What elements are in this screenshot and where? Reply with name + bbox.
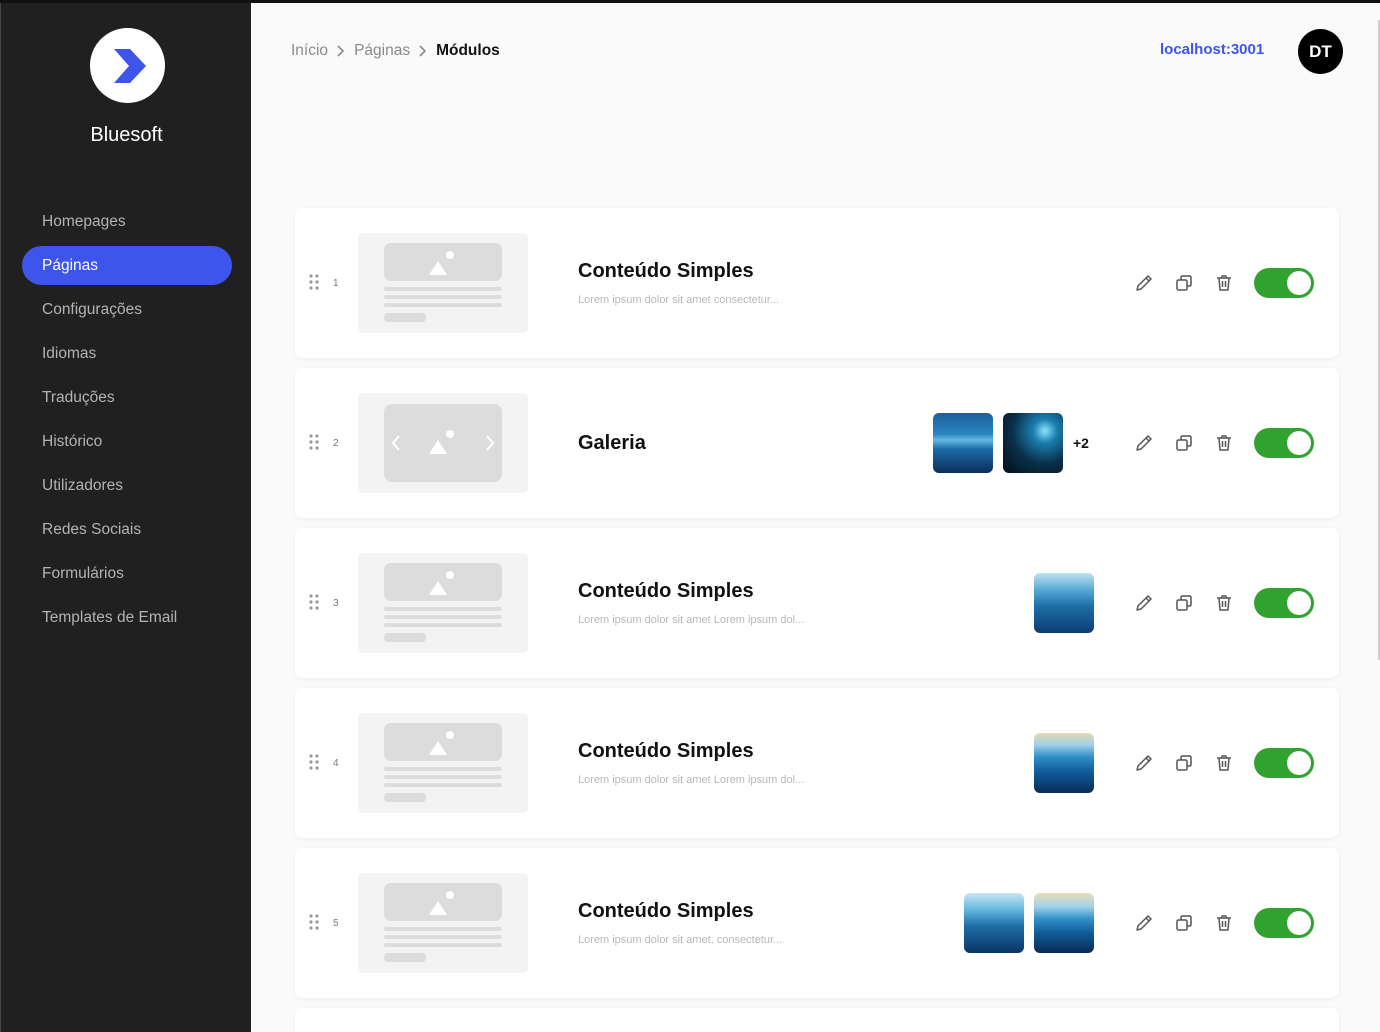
duplicate-icon[interactable] bbox=[1171, 270, 1197, 296]
module-list: 1 Conteúdo Simples Lorem ipsum dolor sit… bbox=[295, 208, 1339, 1008]
module-title: Conteúdo Simples bbox=[578, 260, 754, 282]
chevron-right-logo-icon bbox=[113, 48, 146, 83]
module-title: Conteúdo Simples bbox=[578, 580, 754, 602]
edit-pencil-icon[interactable] bbox=[1131, 910, 1157, 936]
module-visibility-toggle[interactable] bbox=[1254, 908, 1314, 938]
trash-icon[interactable] bbox=[1211, 270, 1237, 296]
module-title: Galeria bbox=[578, 432, 646, 454]
module-title: Conteúdo Simples bbox=[578, 900, 754, 922]
toggle-knob bbox=[1287, 591, 1311, 615]
sidebar-item-templates-email[interactable]: Templates de Email bbox=[22, 598, 232, 637]
duplicate-icon[interactable] bbox=[1171, 910, 1197, 936]
trash-icon[interactable] bbox=[1211, 590, 1237, 616]
sidebar-item-paginas[interactable]: Páginas bbox=[22, 246, 232, 285]
chevron-right-icon bbox=[418, 45, 427, 57]
brand-name: Bluesoft bbox=[90, 124, 163, 146]
module-thumbnail bbox=[358, 713, 528, 813]
module-description: Lorem ipsum dolor sit amet Lorem ipsum d… bbox=[578, 614, 805, 626]
trash-icon[interactable] bbox=[1211, 430, 1237, 456]
module-thumbnail bbox=[358, 553, 528, 653]
sidebar-nav: Homepages Páginas Configurações Idiomas … bbox=[22, 202, 232, 642]
toggle-knob bbox=[1287, 271, 1311, 295]
module-index: 4 bbox=[333, 758, 339, 769]
content-image-ocean-sunrise[interactable] bbox=[1034, 893, 1094, 953]
module-index: 3 bbox=[333, 598, 339, 609]
drag-handle-icon[interactable] bbox=[309, 274, 319, 295]
module-card: 5 Conteúdo Simples Lorem ipsum dolor sit… bbox=[295, 848, 1339, 998]
module-visibility-toggle[interactable] bbox=[1254, 588, 1314, 618]
breadcrumb-modulos: Módulos bbox=[436, 42, 500, 59]
module-card: 4 Conteúdo Simples Lorem ipsum dolor sit… bbox=[295, 688, 1339, 838]
breadcrumb-inicio[interactable]: Início bbox=[291, 42, 328, 60]
edit-pencil-icon[interactable] bbox=[1131, 590, 1157, 616]
avatar[interactable]: DT bbox=[1298, 29, 1343, 74]
toggle-knob bbox=[1287, 751, 1311, 775]
module-index: 5 bbox=[333, 918, 339, 929]
duplicate-icon[interactable] bbox=[1171, 430, 1197, 456]
sidebar-item-traducoes[interactable]: Traduções bbox=[22, 378, 232, 417]
drag-handle-icon[interactable] bbox=[309, 594, 319, 615]
edit-pencil-icon[interactable] bbox=[1131, 430, 1157, 456]
module-thumbnail bbox=[358, 393, 528, 493]
trash-icon[interactable] bbox=[1211, 750, 1237, 776]
window-top-border bbox=[0, 0, 1380, 3]
host-link[interactable]: localhost:3001 bbox=[1160, 41, 1264, 58]
module-visibility-toggle[interactable] bbox=[1254, 268, 1314, 298]
module-thumbnail bbox=[358, 233, 528, 333]
drag-handle-icon[interactable] bbox=[309, 914, 319, 935]
gallery-image-underwater-cave[interactable] bbox=[1003, 413, 1063, 473]
main-content: Início Páginas Módulos localhost:3001 DT… bbox=[251, 0, 1380, 1032]
content-placeholder-icon bbox=[384, 563, 502, 642]
content-placeholder-icon bbox=[384, 243, 502, 322]
sidebar-item-utilizadores[interactable]: Utilizadores bbox=[22, 466, 232, 505]
chevron-right-icon bbox=[336, 45, 345, 57]
breadcrumb-paginas[interactable]: Páginas bbox=[354, 42, 410, 60]
module-description: Lorem ipsum dolor sit amet, consectetur.… bbox=[578, 934, 783, 946]
content-image-ocean-sunrise[interactable] bbox=[1034, 733, 1094, 793]
sidebar-item-formularios[interactable]: Formulários bbox=[22, 554, 232, 593]
sidebar-item-idiomas[interactable]: Idiomas bbox=[22, 334, 232, 373]
module-description: Lorem ipsum dolor sit amet Lorem ipsum d… bbox=[578, 774, 805, 786]
content-image-ocean-surface[interactable] bbox=[1034, 573, 1094, 633]
toggle-knob bbox=[1287, 911, 1311, 935]
module-description: Lorem ipsum dolor sit amet consectetur..… bbox=[578, 294, 780, 306]
module-card-partial bbox=[295, 1008, 1339, 1032]
sidebar-item-historico[interactable]: Histórico bbox=[22, 422, 232, 461]
module-card: 1 Conteúdo Simples Lorem ipsum dolor sit… bbox=[295, 208, 1339, 358]
module-visibility-toggle[interactable] bbox=[1254, 428, 1314, 458]
module-card: 2 Galeria +2 bbox=[295, 368, 1339, 518]
gallery-image-ocean-surface[interactable] bbox=[933, 413, 993, 473]
content-image-ocean-surface[interactable] bbox=[964, 893, 1024, 953]
sidebar: Bluesoft Homepages Páginas Configurações… bbox=[0, 0, 251, 1032]
module-title: Conteúdo Simples bbox=[578, 740, 754, 762]
module-index: 2 bbox=[333, 438, 339, 449]
sidebar-item-redes-sociais[interactable]: Redes Sociais bbox=[22, 510, 232, 549]
more-images-count[interactable]: +2 bbox=[1073, 435, 1089, 451]
edit-pencil-icon[interactable] bbox=[1131, 750, 1157, 776]
content-placeholder-icon bbox=[384, 883, 502, 962]
sidebar-item-homepages[interactable]: Homepages bbox=[22, 202, 232, 241]
trash-icon[interactable] bbox=[1211, 910, 1237, 936]
content-placeholder-icon bbox=[384, 723, 502, 802]
module-index: 1 bbox=[333, 278, 339, 289]
sidebar-item-configuracoes[interactable]: Configurações bbox=[22, 290, 232, 329]
breadcrumb: Início Páginas Módulos bbox=[291, 42, 500, 60]
module-card: 3 Conteúdo Simples Lorem ipsum dolor sit… bbox=[295, 528, 1339, 678]
drag-handle-icon[interactable] bbox=[309, 434, 319, 455]
module-visibility-toggle[interactable] bbox=[1254, 748, 1314, 778]
toggle-knob bbox=[1287, 431, 1311, 455]
brand-logo[interactable] bbox=[90, 28, 165, 103]
drag-handle-icon[interactable] bbox=[309, 754, 319, 775]
gallery-placeholder-icon bbox=[384, 404, 502, 482]
module-thumbnail bbox=[358, 873, 528, 973]
duplicate-icon[interactable] bbox=[1171, 750, 1197, 776]
duplicate-icon[interactable] bbox=[1171, 590, 1197, 616]
edit-pencil-icon[interactable] bbox=[1131, 270, 1157, 296]
